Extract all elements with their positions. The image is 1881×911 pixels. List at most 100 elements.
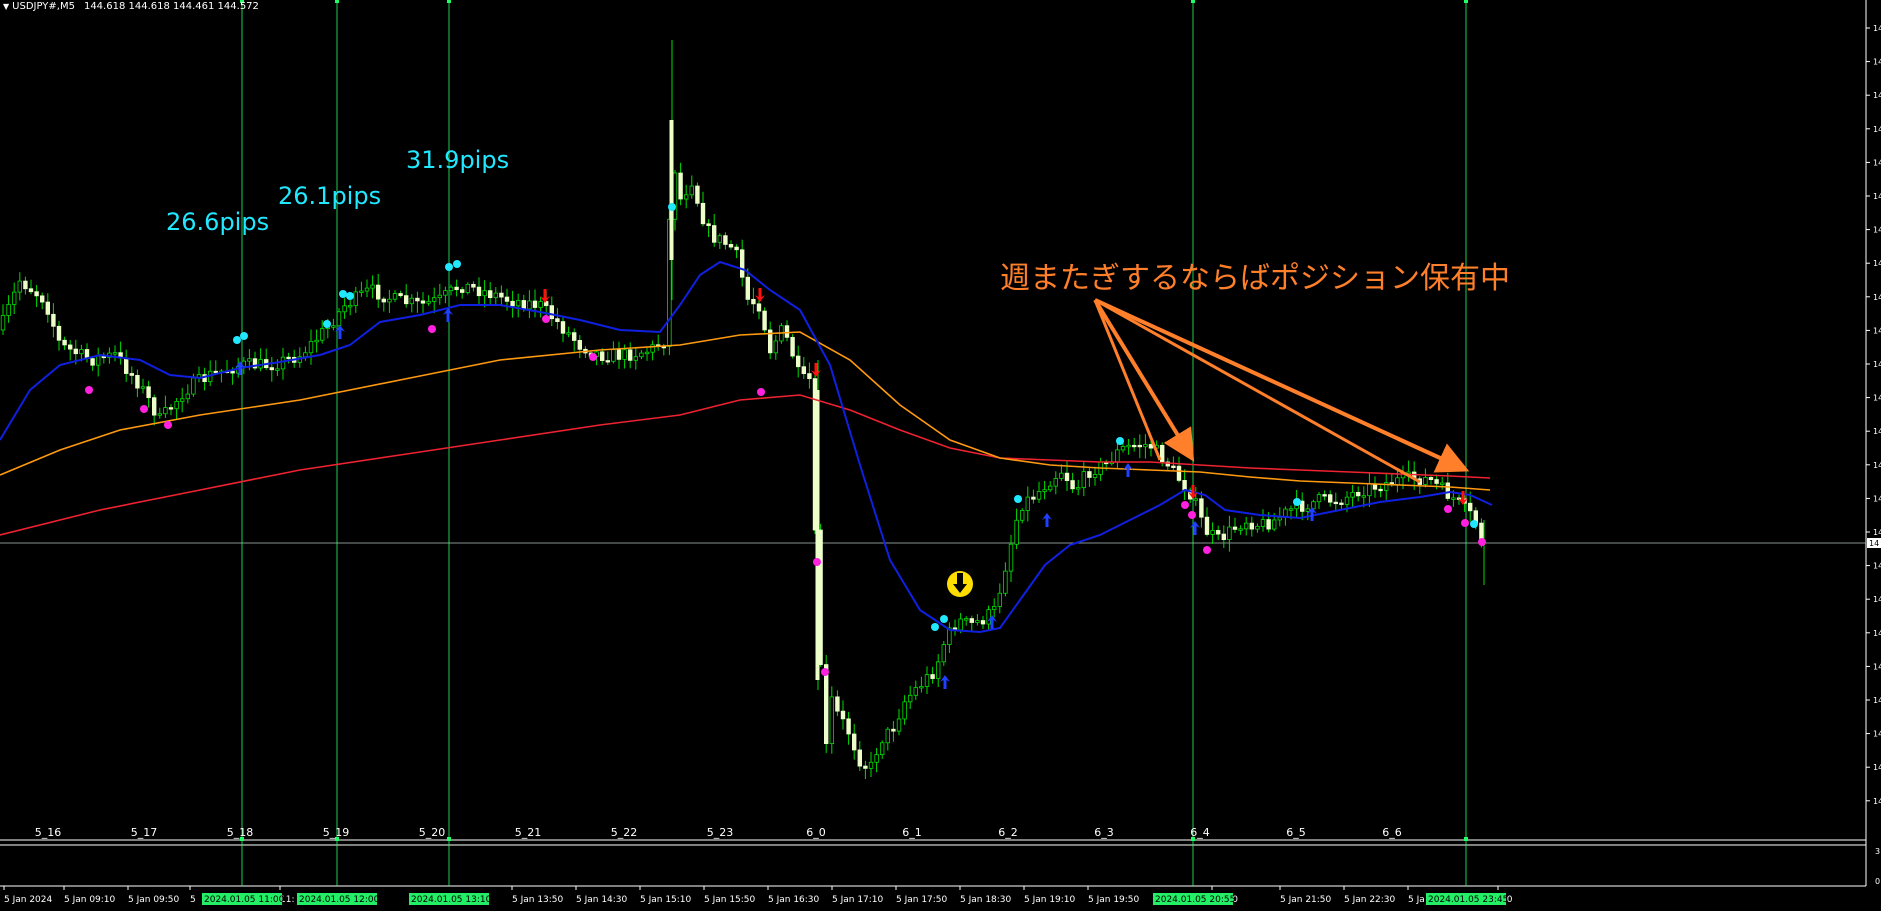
candle-body	[62, 339, 67, 346]
period-separator-label: 5_17	[131, 826, 158, 839]
candle-body	[319, 328, 325, 341]
candle-body	[213, 370, 218, 374]
price-tick-label: 14	[1873, 259, 1881, 268]
time-marker-handle[interactable]	[1191, 0, 1195, 3]
buy-signal-dot	[233, 336, 241, 344]
candle-body	[79, 349, 84, 355]
time-marker-handle[interactable]	[447, 837, 451, 841]
candle-body	[1014, 519, 1019, 545]
candle-body	[0, 315, 6, 331]
candle-body	[17, 280, 22, 293]
time-marker-tag: 2024.01.05 12:00	[299, 895, 380, 905]
period-separator-label: 5_19	[323, 826, 350, 839]
price-chart[interactable]: 14 14 14 14 14 14 14 14 14 14 14 14 14 14 14 14 14 14 14 14…	[0, 0, 1881, 911]
candle-body	[1148, 444, 1154, 449]
candle-body	[482, 290, 487, 297]
buy-signal-dot	[1470, 520, 1478, 528]
price-tick-label: 14	[1873, 293, 1881, 302]
candle-body	[1193, 498, 1198, 501]
candle-body	[801, 366, 806, 375]
annotation-arrow-right	[1094, 298, 1470, 473]
candle-body	[398, 293, 403, 297]
candle-body	[426, 301, 431, 304]
candle-body	[1316, 494, 1322, 503]
candle-body	[336, 311, 342, 327]
sell-signal-dot	[1444, 505, 1452, 513]
candle-body	[1339, 502, 1344, 505]
buy-signal-dot	[453, 260, 461, 268]
candle-body	[639, 352, 644, 358]
time-marker-tag: 2024.01.05 23:45	[1428, 895, 1508, 905]
candle-body	[992, 606, 997, 611]
candle-body	[1171, 465, 1176, 468]
candle-body	[815, 390, 820, 680]
price-tick-label: 14	[1873, 461, 1881, 470]
candle-body	[807, 373, 812, 380]
buy-signal-dot	[346, 292, 354, 300]
sell-signal-dot	[821, 668, 829, 676]
sell-signal-dot	[757, 388, 765, 396]
candle-body	[908, 694, 913, 703]
sell-arrow-icon	[755, 288, 765, 302]
candle-body	[353, 291, 358, 306]
candle-body	[381, 298, 386, 303]
candle-body	[1395, 477, 1400, 486]
candle-body	[454, 286, 459, 291]
candle-body	[1076, 487, 1081, 490]
candle-body	[1025, 496, 1030, 511]
time-marker-handle[interactable]	[335, 0, 339, 3]
sell-signal-dot	[1203, 546, 1211, 554]
candle-body	[1350, 491, 1355, 498]
candle-body	[1378, 488, 1383, 492]
candle-body	[90, 358, 95, 366]
mt4-chart-window[interactable]: 14 14 14 14 14 14 14 14 14 14 14 14 14 14 14 14 14 14 14 14…	[0, 0, 1881, 911]
dropdown-triangle-icon[interactable]: ▼	[3, 0, 9, 14]
candle-body	[930, 674, 935, 679]
candle-body	[1087, 471, 1092, 478]
candle-body	[1070, 480, 1075, 490]
candle-body	[1221, 533, 1226, 541]
candle-body	[11, 291, 17, 305]
time-axis-label: 5 Jan 21:50	[1280, 895, 1332, 905]
candle-body	[1238, 528, 1243, 531]
candle-body	[51, 313, 56, 327]
time-axis-label: 5 Jan 14:30	[576, 895, 628, 905]
price-tick-label: 14	[1873, 394, 1881, 403]
candle-body	[1008, 543, 1014, 572]
time-marker-handle[interactable]	[1464, 837, 1468, 841]
period-separator-label: 6_4	[1190, 826, 1210, 839]
price-tick-label: 14	[1873, 730, 1881, 739]
candle-body	[1081, 471, 1086, 488]
candle-body	[56, 325, 62, 341]
candle-body	[387, 298, 392, 303]
candle-body	[471, 283, 476, 288]
candle-body	[689, 185, 694, 196]
sell-signal-dot	[542, 315, 550, 323]
candle-body	[443, 290, 448, 296]
period-separator-label: 6_1	[902, 826, 922, 839]
time-marker-handle[interactable]	[1464, 0, 1468, 3]
candle-body	[700, 202, 706, 225]
candle-body	[415, 297, 420, 302]
candle-body	[852, 733, 857, 751]
period-separator-label: 6_3	[1094, 826, 1114, 839]
candle-body	[891, 728, 896, 732]
pips-profit-label: 26.1pips	[278, 182, 381, 210]
candle-body	[269, 367, 274, 371]
candle-body	[857, 749, 862, 767]
time-marker-handle[interactable]	[447, 0, 451, 3]
candle-body	[230, 370, 235, 374]
period-separator-label: 5_22	[611, 826, 638, 839]
buy-signal-dot	[339, 290, 347, 298]
price-tick-label: 14	[1873, 58, 1881, 67]
candle-body	[1423, 477, 1428, 485]
candle-body	[633, 356, 638, 361]
price-tick-label: 14	[1873, 226, 1881, 235]
candle-body	[174, 400, 179, 410]
candle-body	[179, 398, 185, 402]
candle-body	[1048, 485, 1053, 491]
candle-body	[1361, 495, 1366, 498]
price-tick-label: 14	[1873, 24, 1881, 33]
candle-body	[846, 718, 851, 735]
candle-body	[936, 661, 941, 679]
